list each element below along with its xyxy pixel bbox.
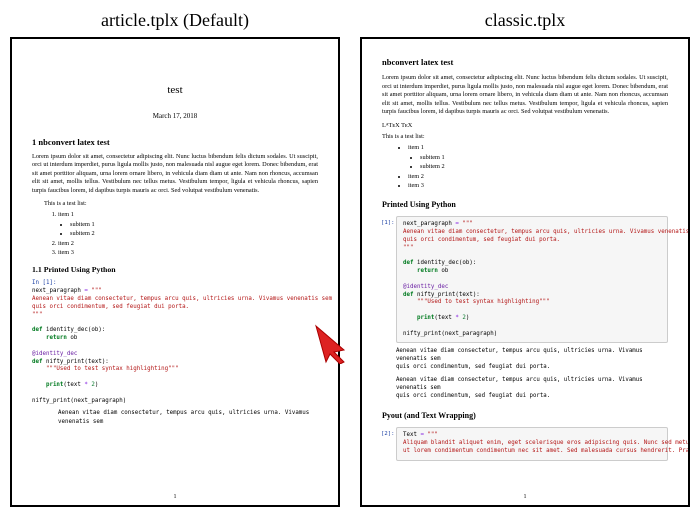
code-cell: [2]: Text = """ Aliquam blandit aliquet … xyxy=(396,427,668,460)
doc-date: March 17, 2018 xyxy=(32,112,318,121)
left-template-label: article.tplx (Default) xyxy=(101,0,249,37)
input-prompt: [1]: xyxy=(381,220,394,228)
code-cell: In [1]:next_paragraph = """ Aenean vitae… xyxy=(32,280,318,406)
code-output: Aenean vitae diam consectetur, tempus ar… xyxy=(396,377,668,401)
list-item: item 3 xyxy=(408,182,668,191)
code-output: Aenean vitae diam consectetur, tempus ar… xyxy=(396,348,668,372)
latex-label: LᴬTᴇX TᴇX xyxy=(382,122,668,131)
test-list-cont: item 2 item 3 xyxy=(382,173,668,190)
subsection-heading: Printed Using Python xyxy=(382,200,668,211)
test-list: item 1 xyxy=(382,144,668,153)
section-heading: nbconvert latex test xyxy=(382,57,668,68)
lorem-paragraph: Lorem ipsum dolor sit amet, consectetur … xyxy=(32,153,318,196)
test-sublist: subitem 1 subitem 2 xyxy=(382,154,668,171)
list-item: item 1 xyxy=(58,211,318,220)
doc-title: test xyxy=(32,83,318,98)
test-list-cont: item 2 item 3 xyxy=(32,240,318,257)
input-prompt: [2]: xyxy=(381,431,394,439)
classic-page: nbconvert latex test Lorem ipsum dolor s… xyxy=(360,37,690,507)
page-number: 1 xyxy=(12,493,338,501)
page-number: 1 xyxy=(362,493,688,501)
right-template-label: classic.tplx xyxy=(485,0,565,37)
code-block: next_paragraph = """ Aenean vitae diam c… xyxy=(32,288,332,405)
test-sublist: subitem 1 subitem 2 xyxy=(32,221,318,238)
list-item: item 2 xyxy=(408,173,668,182)
lorem-paragraph: Lorem ipsum dolor sit amet, consectetur … xyxy=(382,74,668,117)
list-item: subitem 1 xyxy=(420,154,668,163)
code-block: next_paragraph = """ Aenean vitae diam c… xyxy=(403,221,661,338)
code-cell: [1]: next_paragraph = """ Aenean vitae d… xyxy=(396,216,668,343)
list-item: subitem 1 xyxy=(70,221,318,230)
list-item: subitem 2 xyxy=(70,230,318,239)
list-item: item 2 xyxy=(58,240,318,249)
comparison-panes: article.tplx (Default) test March 17, 20… xyxy=(0,0,700,527)
article-page: test March 17, 2018 1 nbconvert latex te… xyxy=(10,37,340,507)
left-pane: article.tplx (Default) test March 17, 20… xyxy=(0,0,350,527)
subsection-heading: 1.1 Printed Using Python xyxy=(32,265,318,276)
input-prompt: In [1]: xyxy=(32,280,58,288)
list-item: subitem 2 xyxy=(420,163,668,172)
subsection-heading: Pyout (and Text Wrapping) xyxy=(382,411,668,422)
test-list: item 1 xyxy=(32,211,318,220)
list-item: item 1 xyxy=(408,144,668,153)
list-intro: This is a test list: xyxy=(382,133,668,142)
code-output: Aenean vitae diam consectetur, tempus ar… xyxy=(32,409,318,425)
list-intro: This is a test list: xyxy=(32,200,318,209)
right-pane: classic.tplx nbconvert latex test Lorem … xyxy=(350,0,700,527)
code-block: Text = """ Aliquam blandit aliquet enim,… xyxy=(403,432,661,455)
section-heading: 1 nbconvert latex test xyxy=(32,137,318,148)
list-item: item 3 xyxy=(58,249,318,258)
